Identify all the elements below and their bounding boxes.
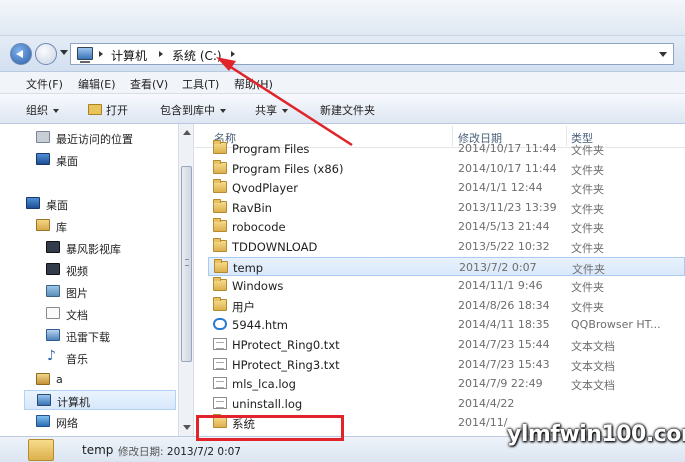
watermark-text: ylmfwin100.com <box>507 422 685 447</box>
annotation-arrow-line <box>225 62 353 147</box>
annotation-arrow <box>216 57 353 147</box>
